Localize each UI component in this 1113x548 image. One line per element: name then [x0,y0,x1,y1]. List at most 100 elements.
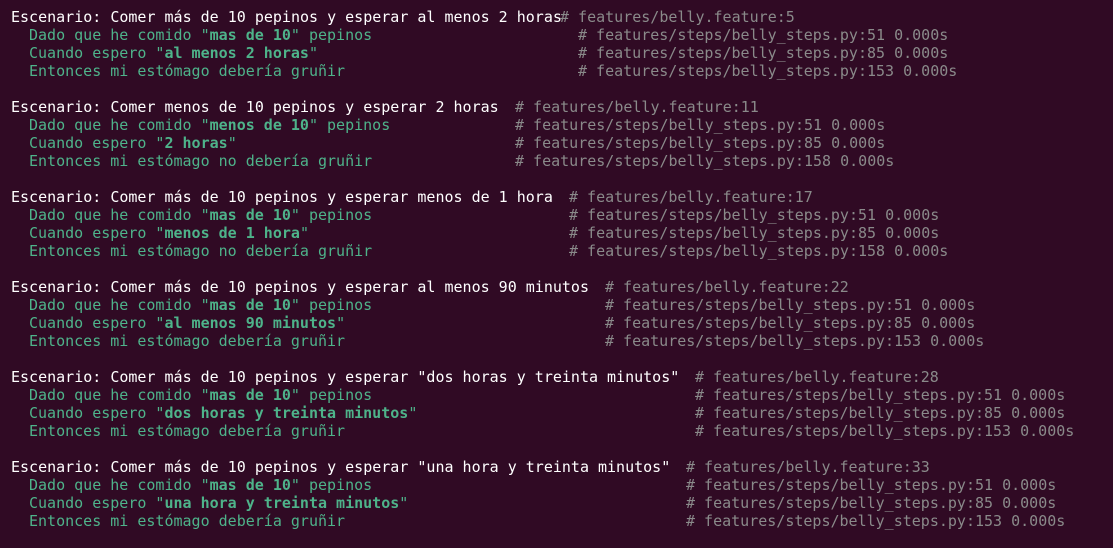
step-location: # features/steps/belly_steps.py:51 0.000… [686,476,1057,494]
step-text: Dado que he comido " [29,386,210,404]
step-location: # features/steps/belly_steps.py:85 0.000… [578,44,949,62]
step-location: # features/steps/belly_steps.py:51 0.000… [578,26,949,44]
scenario-location: # features/belly.feature:28 [695,368,939,386]
step-text-end: " pepinos [290,386,373,404]
step-location: # features/steps/belly_steps.py:85 0.000… [695,404,1066,422]
scenario-block: Escenario: Comer más de 10 pepinos y esp… [11,458,1113,548]
step-argument: menos de 10 [209,116,309,134]
scenario-title: Escenario: Comer más de 10 pepinos y esp… [11,368,680,386]
step-text-end: " [308,44,318,62]
scenario-title: Escenario: Comer menos de 10 pepinos y e… [11,98,499,116]
step-text-end: " pepinos [290,206,373,224]
scenario-location: # features/belly.feature:11 [515,98,759,116]
step-location: # features/steps/belly_steps.py:158 0.00… [569,242,949,260]
scenario-location: # features/belly.feature:17 [569,188,813,206]
step-text: Entonces mi estómago debería gruñir [29,62,346,80]
step-text: Dado que he comido " [29,116,210,134]
step-location: # features/steps/belly_steps.py:51 0.000… [569,206,940,224]
step-location: # features/steps/belly_steps.py:153 0.00… [605,332,985,350]
step-location: # features/steps/belly_steps.py:153 0.00… [578,62,958,80]
step-line: Dado que he comido "mas de 10" pepinos # … [11,386,1113,404]
step-text: Cuando espero " [29,494,165,512]
step-line: Entonces mi estómago debería gruñir # fea… [11,332,1113,350]
step-line: Entonces mi estómago debería gruñir # fea… [11,512,1113,530]
step-argument: al menos 90 minutos [164,314,337,332]
step-text-end: " [299,224,309,242]
step-location: # features/steps/belly_steps.py:51 0.000… [515,116,886,134]
scenario-title-line: Escenario: Comer menos de 10 pepinos y e… [11,98,1113,116]
step-text: Dado que he comido " [29,206,210,224]
step-text-end: " pepinos [308,116,391,134]
scenario-title: Escenario: Comer más de 10 pepinos y esp… [11,188,553,206]
step-text-end: " [336,314,346,332]
scenario-location: # features/belly.feature:5 [560,8,795,26]
step-text: Entonces mi estómago debería gruñir [29,422,346,440]
step-location: # features/steps/belly_steps.py:153 0.00… [695,422,1075,440]
step-line: Dado que he comido "mas de 10" pepinos # … [11,26,1113,44]
step-text: Dado que he comido " [29,296,210,314]
step-line: Dado que he comido "mas de 10" pepinos # … [11,476,1113,494]
step-line: Cuando espero "al menos 90 minutos" # fea… [11,314,1113,332]
step-line: Entonces mi estómago debería gruñir # fea… [11,62,1113,80]
step-location: # features/steps/belly_steps.py:158 0.00… [515,152,895,170]
step-text: Cuando espero " [29,224,165,242]
scenario-block: Escenario: Comer más de 10 pepinos y esp… [11,368,1113,458]
step-text: Cuando espero " [29,44,165,62]
step-text: Cuando espero " [29,314,165,332]
step-text-end: " [227,134,237,152]
step-location: # features/steps/belly_steps.py:85 0.000… [686,494,1057,512]
step-line: Entonces mi estómago no debería gruñir # … [11,152,1113,170]
step-argument: 2 horas [164,134,228,152]
scenario-block: Escenario: Comer menos de 10 pepinos y e… [11,98,1113,188]
step-text: Dado que he comido " [29,476,210,494]
step-argument: mas de 10 [209,206,291,224]
step-location: # features/steps/belly_steps.py:85 0.000… [569,224,940,242]
step-location: # features/steps/belly_steps.py:51 0.000… [695,386,1066,404]
step-text-end: " pepinos [290,476,373,494]
step-argument: mas de 10 [209,386,291,404]
step-location: # features/steps/belly_steps.py:51 0.000… [605,296,976,314]
step-text: Entonces mi estómago debería gruñir [29,512,346,530]
step-argument: menos de 1 hora [164,224,300,242]
scenario-block: Escenario: Comer más de 10 pepinos y esp… [11,278,1113,368]
step-location: # features/steps/belly_steps.py:85 0.000… [515,134,886,152]
scenario-title: Escenario: Comer más de 10 pepinos y esp… [11,278,589,296]
step-line: Cuando espero "una hora y treinta minuto… [11,494,1113,512]
step-line: Dado que he comido "menos de 10" pepinos… [11,116,1113,134]
scenario-location: # features/belly.feature:22 [605,278,849,296]
step-text: Entonces mi estómago no debería gruñir [29,152,373,170]
step-line: Cuando espero "menos de 1 hora" # feature… [11,224,1113,242]
step-text: Entonces mi estómago debería gruñir [29,332,346,350]
scenario-title-line: Escenario: Comer más de 10 pepinos y esp… [11,188,1113,206]
step-line: Cuando espero "al menos 2 horas" # featur… [11,44,1113,62]
step-line: Entonces mi estómago no debería gruñir # … [11,242,1113,260]
step-argument: dos horas y treinta minutos [164,404,409,422]
scenario-title-line: Escenario: Comer más de 10 pepinos y esp… [11,458,1113,476]
scenario-location: # features/belly.feature:33 [686,458,930,476]
step-line: Cuando espero "2 horas" # features/steps/… [11,134,1113,152]
step-argument: una hora y treinta minutos [164,494,400,512]
step-text: Entonces mi estómago no debería gruñir [29,242,373,260]
step-text-end: " pepinos [290,26,373,44]
step-text: Cuando espero " [29,404,165,422]
step-text: Dado que he comido " [29,26,210,44]
scenario-block: Escenario: Comer más de 10 pepinos y esp… [11,8,1113,98]
step-text-end: " pepinos [290,296,373,314]
step-argument: mas de 10 [209,476,291,494]
scenario-title: Escenario: Comer más de 10 pepinos y esp… [11,458,671,476]
step-line: Dado que he comido "mas de 10" pepinos # … [11,206,1113,224]
step-argument: mas de 10 [209,26,291,44]
step-location: # features/steps/belly_steps.py:153 0.00… [686,512,1066,530]
step-argument: al menos 2 horas [164,44,309,62]
step-line: Dado que he comido "mas de 10" pepinos # … [11,296,1113,314]
scenario-block: Escenario: Comer más de 10 pepinos y esp… [11,188,1113,278]
scenario-title: Escenario: Comer más de 10 pepinos y esp… [11,8,562,26]
step-location: # features/steps/belly_steps.py:85 0.000… [605,314,976,332]
step-argument: mas de 10 [209,296,291,314]
step-text-end: " [408,404,418,422]
step-line: Entonces mi estómago debería gruñir # fea… [11,422,1113,440]
scenario-title-line: Escenario: Comer más de 10 pepinos y esp… [11,278,1113,296]
step-text: Cuando espero " [29,134,165,152]
scenario-title-line: Escenario: Comer más de 10 pepinos y esp… [11,368,1113,386]
step-line: Cuando espero "dos horas y treinta minut… [11,404,1113,422]
